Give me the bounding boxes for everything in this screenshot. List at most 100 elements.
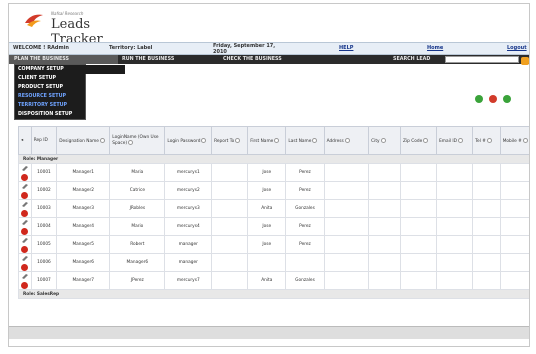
menu-plan-business[interactable]: PLAN THE BUSINESS — [9, 55, 118, 64]
table-row[interactable]: 10005 Manager5 Robert manager Jose Perez — [18, 235, 529, 254]
login-name-cell: Maria — [109, 163, 166, 182]
delete-icon[interactable] — [21, 263, 29, 271]
col-mobile[interactable]: Mobile # — [499, 126, 529, 155]
col-report-to[interactable]: Report To — [211, 126, 249, 155]
search-lead-label: SEARCH LEAD — [393, 56, 431, 62]
col-rep-id[interactable]: Rep ID — [30, 126, 58, 155]
search-go-icon[interactable] — [521, 56, 529, 65]
tel-cell — [472, 253, 501, 272]
col-first-name[interactable]: First Name — [247, 126, 287, 155]
zip-cell — [399, 217, 438, 236]
delete-icon[interactable] — [21, 227, 29, 235]
col-last-name[interactable]: Last Name — [285, 126, 325, 155]
mobile-cell — [499, 163, 529, 182]
filter-icon[interactable] — [201, 137, 207, 143]
action-cell[interactable] — [18, 253, 32, 272]
menu-territory-setup[interactable]: TERRITORY SETUP — [15, 101, 85, 110]
group-row-salesrep[interactable]: Role: SalesRep — [18, 289, 529, 299]
last-name-cell: Gonzales — [285, 271, 325, 290]
help-link[interactable]: HELP — [339, 45, 353, 51]
table-row[interactable]: 10006 Manager6 Manager6 manager — [18, 253, 529, 272]
edit-icon[interactable] — [21, 183, 28, 189]
col-login-password[interactable]: Login Password — [164, 126, 213, 155]
resource-grid: ◂ Rep ID Designation Name LoginName (Own… — [18, 126, 529, 299]
filter-icon[interactable] — [344, 137, 350, 143]
delete-icon[interactable] — [21, 245, 29, 253]
filter-icon[interactable] — [235, 137, 241, 143]
delete-icon[interactable] — [21, 191, 29, 199]
rep-id-cell: 10007 — [30, 271, 58, 290]
expand-col[interactable]: ◂ — [18, 126, 32, 155]
filter-icon[interactable] — [312, 137, 318, 143]
edit-icon[interactable] — [21, 219, 28, 225]
app-logo[interactable]: Nafsal Research Leads Tracker — [21, 7, 141, 47]
edit-icon[interactable] — [21, 255, 28, 261]
report-to-cell — [211, 163, 249, 182]
filter-icon[interactable] — [423, 137, 429, 143]
edit-icon[interactable] — [21, 201, 28, 207]
table-row[interactable]: 10004 Manager4 Mario mercurys4 Jose Perez — [18, 217, 529, 236]
menu-product-setup[interactable]: PRODUCT SETUP — [15, 83, 85, 92]
tel-cell — [472, 271, 501, 290]
table-row[interactable]: 10003 Manager3 JRobles mercurys3 Anita Gonzal… — [18, 199, 529, 218]
filter-icon[interactable] — [380, 137, 386, 143]
mobile-cell — [499, 235, 529, 254]
action-cell[interactable] — [18, 199, 32, 218]
delete-icon[interactable] — [21, 173, 29, 181]
col-city[interactable]: City — [368, 126, 401, 155]
email-cell — [436, 253, 474, 272]
group-row-manager[interactable]: Role: Manager — [18, 154, 529, 164]
table-row[interactable]: 10007 Manager7 JPerez mercurys7 Anita Gonzale… — [18, 271, 529, 290]
action-cell[interactable] — [18, 181, 32, 200]
last-name-cell — [285, 253, 325, 272]
menu-disposition-setup[interactable]: DISPOSITION SETUP — [15, 110, 85, 119]
designation-cell: Manager4 — [56, 217, 111, 236]
edit-icon[interactable] — [21, 165, 28, 171]
menu-run-business[interactable]: RUN THE BUSINESS — [122, 57, 174, 62]
table-row[interactable]: 10002 Manager2 Catrice mercurys2 Jose Perez — [18, 181, 529, 200]
address-cell — [323, 253, 370, 272]
group-label: Role: Manager — [18, 154, 529, 164]
delete-icon[interactable] — [21, 209, 29, 217]
email-cell — [436, 235, 474, 254]
territory-text: Territory: Label — [109, 45, 153, 51]
tel-cell — [472, 217, 501, 236]
edit-icon[interactable] — [21, 273, 28, 279]
grid-header-row: ◂ Rep ID Designation Name LoginName (Own… — [18, 126, 529, 155]
action-cell[interactable] — [18, 163, 32, 182]
col-email[interactable]: Email ID — [436, 126, 474, 155]
menu-company-setup[interactable]: COMPANY SETUP — [15, 65, 125, 74]
login-name-cell: Manager6 — [109, 253, 166, 272]
col-address[interactable]: Address — [323, 126, 370, 155]
first-name-cell: Jose — [247, 181, 287, 200]
col-designation[interactable]: Designation Name — [56, 126, 111, 155]
home-link[interactable]: Home — [427, 45, 443, 51]
filter-icon[interactable] — [457, 137, 463, 143]
table-row[interactable]: 10001 Manager1 Maria mercurys1 Jose Perez — [18, 163, 529, 182]
col-tel[interactable]: Tel # — [472, 126, 501, 155]
search-lead-input[interactable] — [445, 56, 519, 63]
remove-icon[interactable] — [489, 95, 497, 103]
filter-icon[interactable] — [522, 137, 528, 143]
first-name-cell: Anita — [247, 271, 287, 290]
action-cell[interactable] — [18, 271, 32, 290]
filter-icon[interactable] — [128, 140, 134, 145]
col-zip[interactable]: Zip Code — [399, 126, 438, 155]
add-icon[interactable] — [475, 95, 483, 103]
edit-icon[interactable] — [21, 237, 28, 243]
filter-icon[interactable] — [99, 137, 105, 143]
delete-icon[interactable] — [21, 281, 29, 289]
menu-client-setup[interactable]: CLIENT SETUP — [15, 74, 85, 83]
zip-cell — [399, 271, 438, 290]
rep-id-cell: 10002 — [30, 181, 58, 200]
menu-resource-setup[interactable]: RESOURCE SETUP — [15, 92, 85, 101]
logout-link[interactable]: Logout — [507, 45, 527, 51]
report-to-cell — [211, 199, 249, 218]
col-login-name[interactable]: LoginName (Own Use Space) — [109, 126, 166, 155]
refresh-icon[interactable] — [503, 95, 511, 103]
action-cell[interactable] — [18, 235, 32, 254]
filter-icon[interactable] — [274, 137, 280, 143]
menu-check-business[interactable]: CHECK THE BUSINESS — [223, 57, 282, 62]
filter-icon[interactable] — [486, 137, 492, 143]
action-cell[interactable] — [18, 217, 32, 236]
